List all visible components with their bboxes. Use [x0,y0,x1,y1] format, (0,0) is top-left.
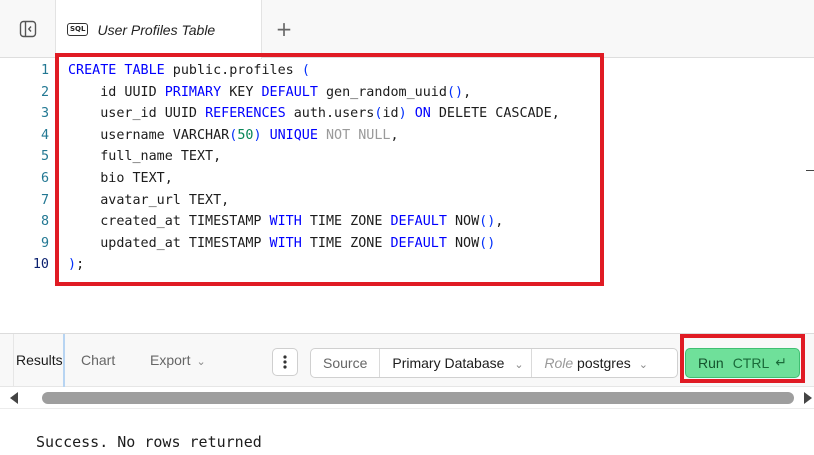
line-number: 1 [40,63,49,78]
sidebar-toggle-button[interactable] [0,0,56,58]
vertical-dots-icon [283,355,287,369]
results-horizontal-scrollbar[interactable] [0,388,814,408]
source-button[interactable]: Source [311,349,381,377]
add-tab-button[interactable]: + [274,18,294,40]
chevron-down-icon: ⌄ [638,358,648,371]
line-number: 3 [40,106,49,122]
tab-user-profiles-table[interactable]: SQL User Profiles Table [56,0,262,59]
tab-title: User Profiles Table [97,21,216,38]
scrollbar-thumb[interactable] [42,392,794,404]
role-value: postgres [577,355,631,371]
export-dropdown[interactable]: Export ⌄ [150,334,206,387]
tab-results[interactable]: Results [13,334,65,387]
role-select[interactable]: Role postgres ⌄ [532,349,654,377]
connection-selector-group: Source Primary Database ⌄ Role postgres ⌄ [310,348,678,378]
more-options-button[interactable] [272,348,298,376]
chevron-down-icon: ⌄ [196,355,206,368]
line-number: 4 [40,127,49,143]
line-number: 7 [40,192,49,208]
database-select[interactable]: Primary Database ⌄ [380,349,533,377]
line-number-gutter: 1 2 3 4 5 6 7 8 9 10 [0,59,56,333]
result-status-message: Success. No rows returned [36,433,262,451]
scroll-right-icon[interactable] [804,392,812,404]
line-number: 9 [40,235,49,251]
line-number: 8 [40,214,49,230]
annotation-highlight-box [680,334,805,383]
sql-file-icon: SQL [67,23,89,36]
line-number: 5 [40,149,49,165]
editor-scroll-marker [806,170,814,171]
sidebar-collapse-icon [19,20,36,38]
line-number: 6 [40,171,49,186]
chevron-down-icon: ⌄ [514,358,524,371]
role-label: Role [544,355,574,371]
tab-bar: SQL User Profiles Table + [0,0,814,59]
tab-chart[interactable]: Chart [81,334,115,387]
tab-results-label: Results [16,352,63,368]
tab-chart-label: Chart [81,352,116,368]
export-label: Export [150,352,191,368]
line-number: 2 [40,84,49,100]
source-label: Source [323,355,368,371]
sql-editor-app: SQL User Profiles Table + 1 2 3 4 5 6 7 8 9 10 CR… [0,0,814,455]
database-value: Primary Database [392,355,505,371]
results-output: Success. No rows returned [0,408,814,455]
annotation-highlight-box [55,53,604,286]
line-number: 10 [32,257,49,273]
scroll-left-icon[interactable] [10,392,18,404]
